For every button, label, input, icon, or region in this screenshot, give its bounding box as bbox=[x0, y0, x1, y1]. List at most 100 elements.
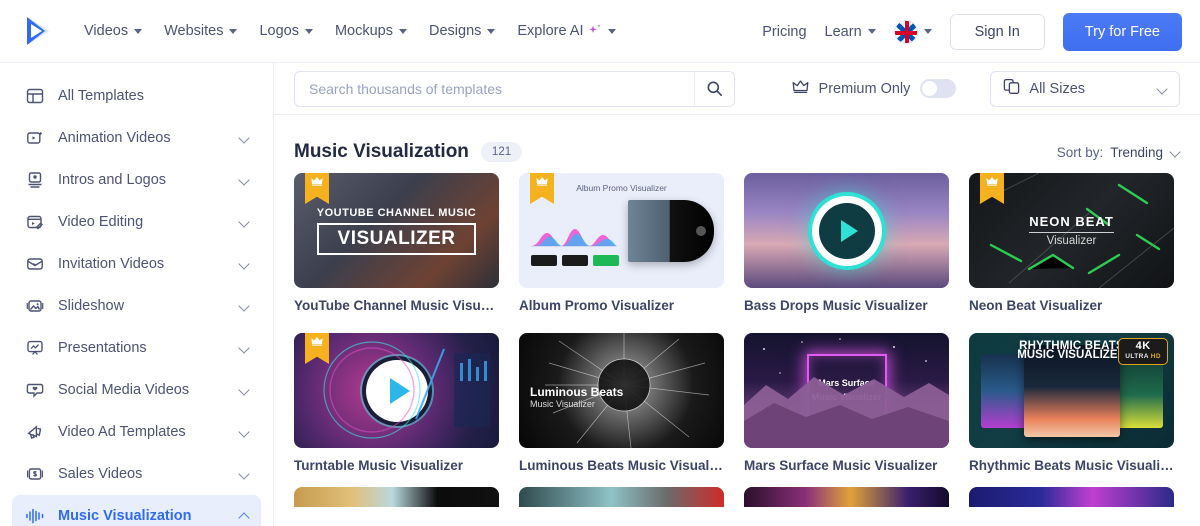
chevron-down-icon bbox=[239, 259, 249, 269]
premium-only-filter[interactable]: Premium Only bbox=[792, 79, 957, 99]
template-thumbnail[interactable]: YOUTUBE CHANNEL MUSIC VISUALIZER bbox=[294, 173, 499, 288]
badge-ultra-label: ULTRA bbox=[1125, 353, 1151, 360]
sidebar-item-label: Video Editing bbox=[58, 214, 144, 230]
premium-only-label: Premium Only bbox=[818, 80, 911, 97]
sidebar-item-label: Music Visualization bbox=[58, 508, 192, 524]
template-thumbnail[interactable]: NEON BEAT Visualizer bbox=[969, 173, 1174, 288]
intro-icon bbox=[24, 169, 46, 191]
sort-by-dropdown[interactable]: Sort by: Trending bbox=[1057, 145, 1180, 160]
luminous-title-overlay: Luminous Beats Music Visualizer bbox=[530, 385, 623, 409]
vinyl-record-graphic bbox=[628, 200, 714, 262]
sidebar-item-label: Social Media Videos bbox=[58, 382, 190, 398]
chevron-down-icon bbox=[399, 28, 407, 34]
nav-item-designs[interactable]: Designs bbox=[429, 23, 496, 39]
learn-label: Learn bbox=[824, 23, 862, 40]
template-thumbnail[interactable] bbox=[519, 487, 724, 507]
template-thumbnail[interactable]: 4K ULTRA HD RHYTHMIC BEATS MUSIC VISUALI… bbox=[969, 333, 1174, 448]
template-card[interactable]: NEON BEAT Visualizer Neon Beat Visualize… bbox=[969, 173, 1174, 313]
nav-item-logos[interactable]: Logos bbox=[259, 23, 313, 39]
template-thumbnail[interactable] bbox=[744, 487, 949, 507]
play-logo-icon[interactable] bbox=[22, 15, 54, 47]
pricing-link[interactable]: Pricing bbox=[762, 24, 806, 40]
sidebar-item-music-visualization[interactable]: Music Visualization bbox=[12, 495, 261, 526]
nav-label: Designs bbox=[429, 23, 482, 39]
search-box[interactable] bbox=[294, 70, 735, 107]
sidebar-item-video-ad-templates[interactable]: Video Ad Templates bbox=[12, 411, 261, 453]
waveform-graphic bbox=[531, 229, 617, 247]
template-card[interactable]: Turntable Music Visualizer bbox=[294, 333, 499, 473]
all-sizes-select[interactable]: All Sizes bbox=[990, 70, 1180, 107]
chevron-down-icon bbox=[239, 217, 249, 227]
deezer-chip-icon bbox=[562, 255, 588, 266]
chevron-down-icon bbox=[487, 28, 496, 34]
thumb-text-line1: NEON BEAT bbox=[1029, 214, 1114, 229]
template-thumbnail[interactable] bbox=[294, 487, 499, 507]
thumb-text-line2: Visualizer bbox=[1046, 235, 1097, 247]
search-icon bbox=[707, 81, 722, 96]
section-header: Music Visualization 121 Sort by: Trendin… bbox=[274, 115, 1200, 167]
thumb-text-line1: Luminous Beats bbox=[530, 384, 624, 399]
try-for-free-button[interactable]: Try for Free bbox=[1062, 12, 1182, 51]
nav-item-explore-ai[interactable]: Explore AI bbox=[517, 22, 617, 40]
language-selector[interactable] bbox=[893, 19, 932, 44]
sign-in-button[interactable]: Sign In bbox=[949, 13, 1045, 50]
video-plus-icon bbox=[24, 127, 46, 149]
learn-menu[interactable]: Learn bbox=[825, 24, 876, 40]
chevron-down-icon bbox=[1170, 147, 1180, 157]
sidebar-item-all-templates[interactable]: All Templates bbox=[12, 75, 261, 117]
template-title: Album Promo Visualizer bbox=[519, 298, 675, 313]
search-input[interactable] bbox=[295, 71, 694, 106]
premium-only-toggle[interactable] bbox=[920, 79, 957, 98]
template-card[interactable]: Bass Drops Music Visualizer bbox=[744, 173, 949, 313]
template-card[interactable]: Luminous Beats Music Visualizer Luminous… bbox=[519, 333, 724, 473]
chevron-down-icon bbox=[134, 28, 143, 34]
sidebar-item-social-media-videos[interactable]: Social Media Videos bbox=[12, 369, 261, 411]
chevron-down-icon bbox=[239, 343, 249, 353]
sidebar-item-animation-videos[interactable]: Animation Videos bbox=[12, 117, 261, 159]
film-edit-icon bbox=[24, 211, 46, 233]
template-card[interactable]: 4K ULTRA HD RHYTHMIC BEATS MUSIC VISUALI… bbox=[969, 333, 1174, 473]
chevron-down-icon bbox=[229, 28, 238, 34]
sidebar-item-presentations[interactable]: Presentations bbox=[12, 327, 261, 369]
template-thumbnail[interactable]: Mars Surface Music Visualizer bbox=[744, 333, 949, 448]
nav-item-websites[interactable]: Websites bbox=[164, 23, 238, 39]
nav-item-videos[interactable]: Videos bbox=[84, 23, 143, 39]
nav-item-mockups[interactable]: Mockups bbox=[335, 23, 407, 39]
sidebar-item-label: Animation Videos bbox=[58, 130, 171, 146]
chevron-down-icon bbox=[239, 301, 249, 311]
sidebar-item-label: Intros and Logos bbox=[58, 172, 167, 188]
sidebar-item-video-editing[interactable]: Video Editing bbox=[12, 201, 261, 243]
template-thumbnail[interactable] bbox=[744, 173, 949, 288]
apple-music-chip-icon bbox=[531, 255, 557, 266]
category-sidebar[interactable]: All Templates Animation Videos Intros an… bbox=[0, 63, 274, 526]
template-card[interactable]: Album Promo Visualizer Album Promo Visua… bbox=[519, 173, 724, 313]
chevron-down-icon bbox=[239, 469, 249, 479]
template-thumbnail[interactable]: Luminous Beats Music Visualizer bbox=[519, 333, 724, 448]
template-card[interactable]: Mars Surface Music Visualizer Mars Surfa… bbox=[744, 333, 949, 473]
grid-icon bbox=[24, 85, 46, 107]
nav-label: Explore AI bbox=[517, 23, 584, 39]
sidebar-item-intros-and-logos[interactable]: Intros and Logos bbox=[12, 159, 261, 201]
chevron-down-icon bbox=[239, 175, 249, 185]
sidebar-item-sales-videos[interactable]: Sales Videos bbox=[12, 453, 261, 495]
chevron-down-icon bbox=[1157, 84, 1167, 94]
template-card[interactable]: YOUTUBE CHANNEL MUSIC VISUALIZER YouTube… bbox=[294, 173, 499, 313]
page-title: Music Visualization bbox=[294, 141, 469, 162]
chevron-down-icon bbox=[239, 133, 249, 143]
image-icon bbox=[24, 295, 46, 317]
search-button[interactable] bbox=[693, 71, 734, 106]
template-title: Luminous Beats Music Visuali... bbox=[519, 458, 724, 473]
sidebar-item-invitation-videos[interactable]: Invitation Videos bbox=[12, 243, 261, 285]
nav-label: Logos bbox=[259, 23, 299, 39]
waveform-icon bbox=[24, 505, 46, 526]
sort-by-label: Sort by: bbox=[1056, 144, 1104, 160]
megaphone-icon bbox=[24, 421, 46, 443]
template-thumbnail[interactable]: Album Promo Visualizer bbox=[519, 173, 724, 288]
sidebar-item-slideshow[interactable]: Slideshow bbox=[12, 285, 261, 327]
template-title: Neon Beat Visualizer bbox=[969, 298, 1103, 313]
template-thumbnail[interactable] bbox=[294, 333, 499, 448]
badge-hd-label: HD bbox=[1150, 353, 1161, 360]
all-sizes-label: All Sizes bbox=[1029, 80, 1086, 97]
uk-flag-icon bbox=[893, 19, 918, 44]
template-thumbnail[interactable] bbox=[969, 487, 1174, 507]
